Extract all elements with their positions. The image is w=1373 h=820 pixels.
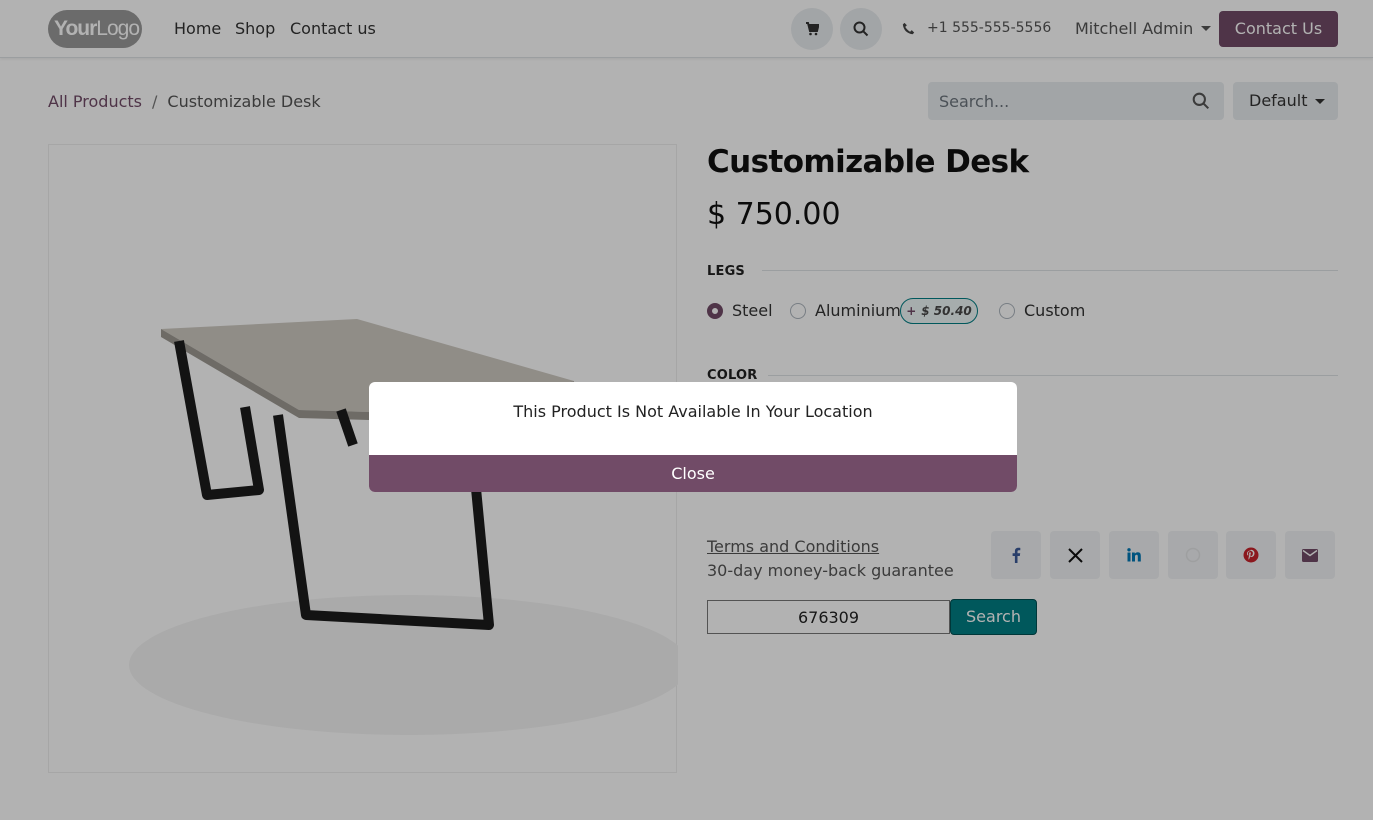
dialog-message: This Product Is Not Available In Your Lo…: [513, 402, 873, 421]
close-button[interactable]: Close: [369, 455, 1017, 492]
availability-dialog: This Product Is Not Available In Your Lo…: [369, 382, 1017, 492]
